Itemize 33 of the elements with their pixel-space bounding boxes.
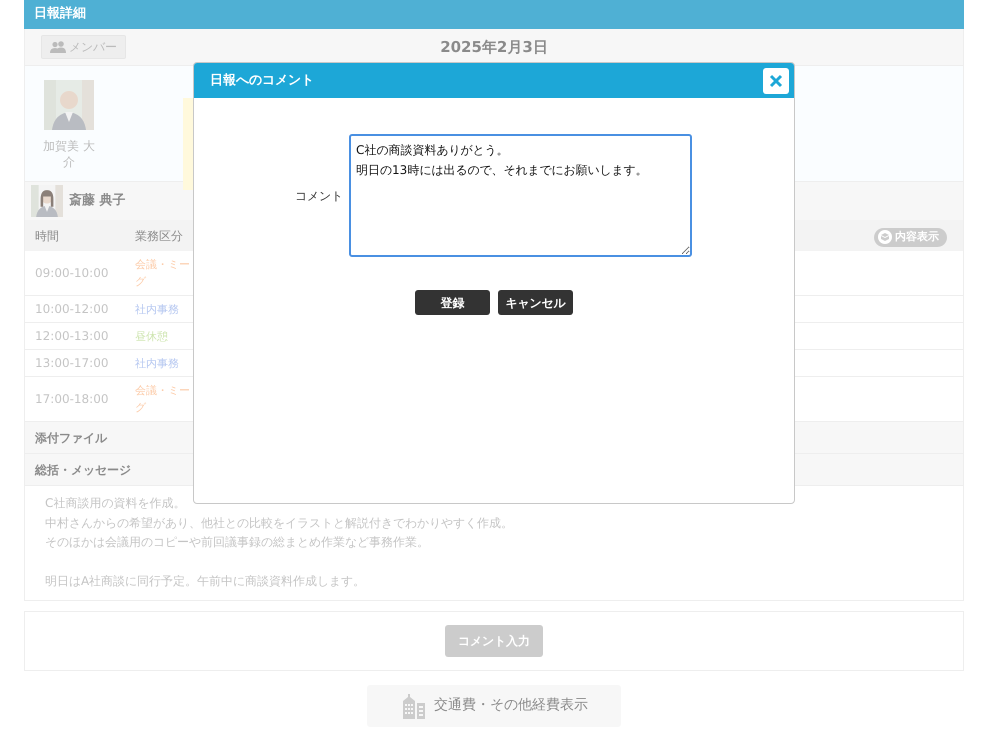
category-label: 会議・ミー bbox=[135, 383, 191, 399]
date-heading: 2025年2月3日 bbox=[440, 36, 548, 58]
column-header: 業務区分 bbox=[135, 228, 183, 244]
close-icon bbox=[769, 74, 783, 88]
summary-text: 明日はA社商談に同行予定。午前中に商談資料作成します。 bbox=[45, 573, 366, 590]
time-cell-text: 09:00-10:00 bbox=[35, 265, 110, 282]
summary-text: C社商談用の資料を作成。 bbox=[45, 495, 186, 512]
member-name: 加賀美 大介 bbox=[42, 138, 96, 170]
comment-field[interactable]: C社の商談資料ありがとう。 明日の13時には出るので、それまでにお願いします。 bbox=[349, 134, 692, 257]
time-cell-text: 17:00-18:00 bbox=[35, 391, 110, 408]
column-header: 時間 bbox=[35, 228, 60, 244]
person-name: 斎藤 典子 bbox=[69, 192, 126, 210]
time-cell-text: 10:00-12:00 bbox=[35, 301, 110, 318]
close-button[interactable] bbox=[763, 68, 789, 94]
cancel-button[interactable]: キャンセル bbox=[498, 290, 573, 315]
expense-button[interactable]: 交通費・その他経費表示 bbox=[367, 684, 621, 726]
category-label: 会議・ミー bbox=[135, 257, 191, 273]
summary-text: そのほかは会議用のコピーや前回議事録の総まとめ作業など事務作業。 bbox=[45, 534, 430, 551]
category-label: グ bbox=[135, 274, 148, 290]
page-title: 日報詳細 bbox=[24, 0, 964, 29]
users-icon bbox=[50, 41, 66, 53]
register-button[interactable]: 登録 bbox=[415, 290, 490, 315]
building-icon bbox=[400, 692, 426, 718]
dialog-title: 日報へのコメント bbox=[210, 72, 314, 90]
time-cell-text: 13:00-17:00 bbox=[35, 355, 110, 372]
category-label: 社内事務 bbox=[135, 356, 180, 372]
field-label: コメント bbox=[294, 188, 343, 204]
time-cell-text: 12:00-13:00 bbox=[35, 328, 110, 345]
box-icon bbox=[878, 230, 892, 244]
category-label: 昼休憩 bbox=[135, 328, 169, 344]
category-label: 社内事務 bbox=[135, 302, 180, 318]
summary-text: 中村さんからの希望があり、他社との比較をイラストと解説付きでわかりやすく作成。 bbox=[45, 514, 514, 532]
category-label: グ bbox=[135, 400, 148, 416]
